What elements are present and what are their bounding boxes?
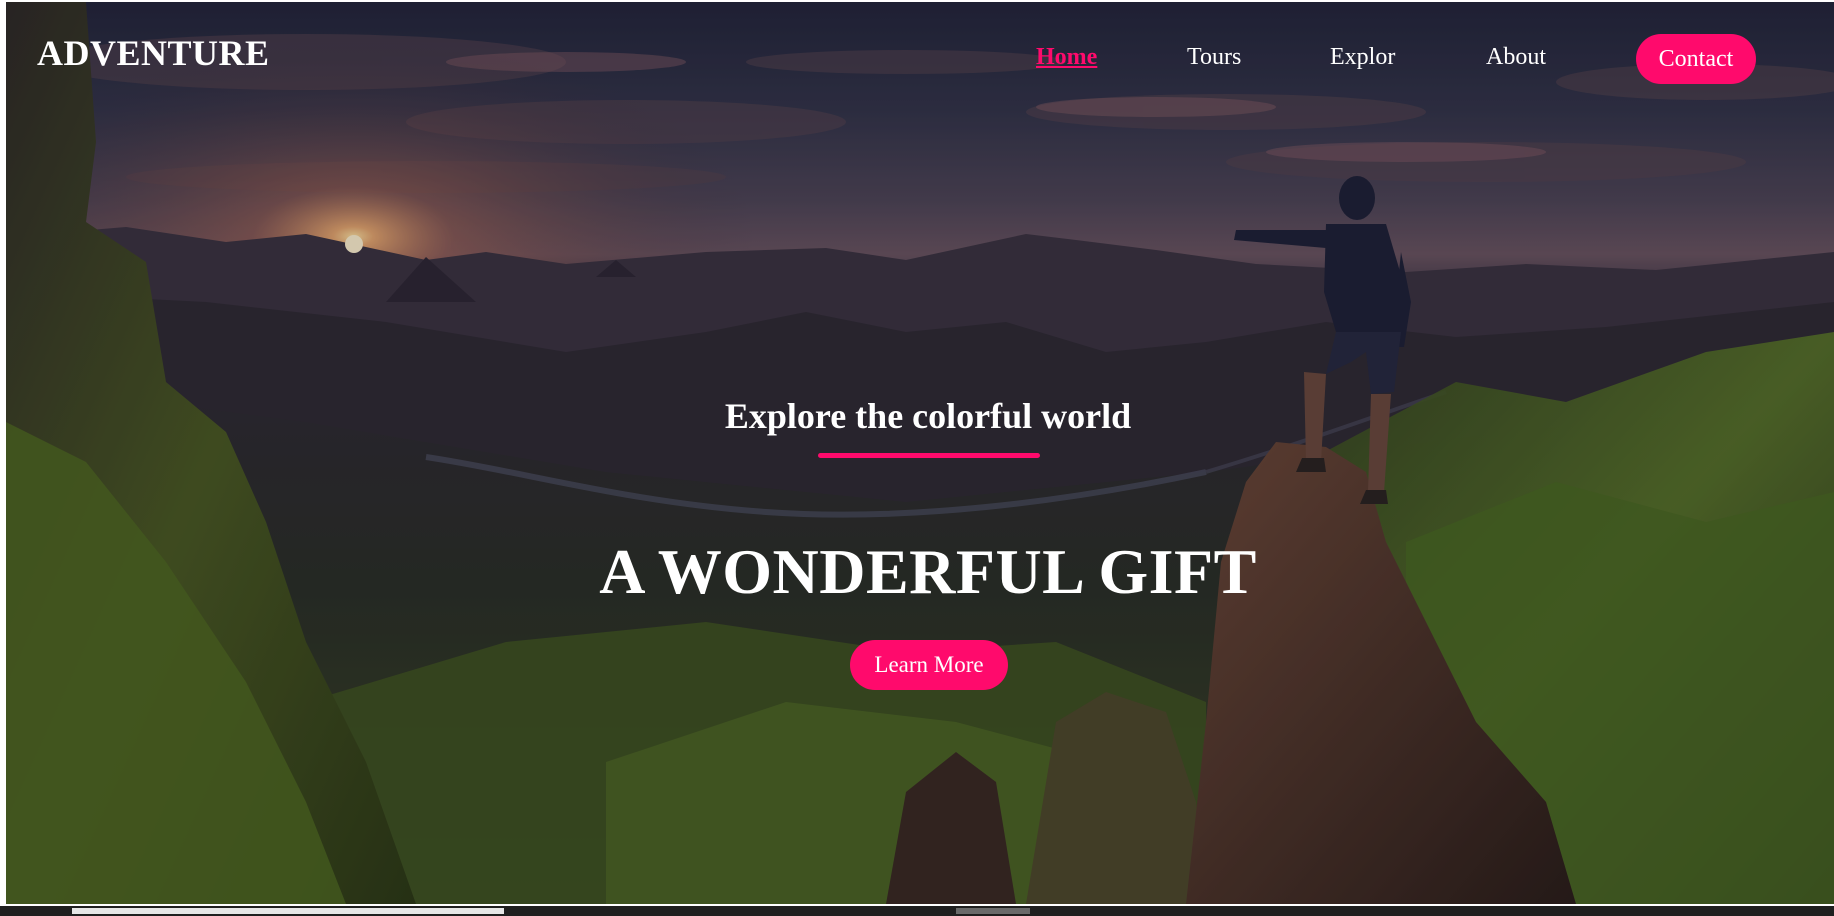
- hero-section: ADVENTURE Home Tours Explor About Contac…: [6, 2, 1834, 904]
- horizontal-scrollbar[interactable]: [0, 906, 1834, 916]
- learn-more-button[interactable]: Learn More: [850, 640, 1008, 690]
- nav-link-tours[interactable]: Tours: [1187, 44, 1241, 71]
- scrollbar-thumb[interactable]: [72, 908, 504, 914]
- nav-link-explor[interactable]: Explor: [1330, 44, 1395, 71]
- page: ADVENTURE Home Tours Explor About Contac…: [0, 0, 1834, 916]
- contact-button[interactable]: Contact: [1636, 34, 1756, 84]
- scrollbar-segment: [956, 908, 1030, 914]
- nav-link-home[interactable]: Home: [1036, 44, 1097, 71]
- hero-tagline: Explore the colorful world: [724, 396, 1132, 436]
- main-navigation: Home Tours Explor About Contact: [6, 34, 1834, 84]
- tagline-underline-divider: [818, 453, 1040, 458]
- nav-link-about[interactable]: About: [1486, 44, 1546, 71]
- hero-headline: A WONDERFUL GIFT: [599, 536, 1257, 607]
